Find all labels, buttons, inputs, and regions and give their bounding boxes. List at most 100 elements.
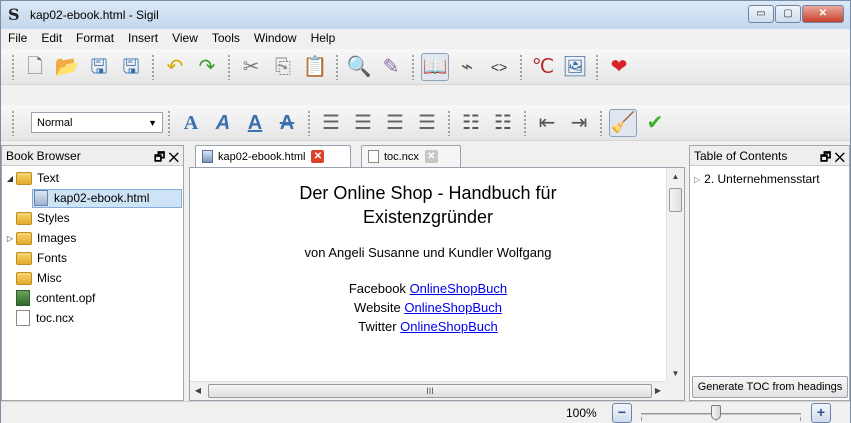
decrease-indent-button[interactable]: ⇤ — [533, 109, 561, 137]
folder-icon — [16, 171, 32, 185]
book-view-editor[interactable]: Der Online Shop - Handbuch für Existenzg… — [189, 167, 685, 401]
editor-vertical-scrollbar[interactable]: ▲ ▼ — [666, 168, 684, 382]
paste-button[interactable]: 📋 — [301, 53, 329, 81]
donate-heart-button[interactable]: ❤ — [605, 53, 633, 81]
menu-view[interactable]: View — [165, 29, 205, 48]
redo-button[interactable]: ↷ — [193, 53, 221, 81]
menu-bar: File Edit Format Insert View Tools Window Help — [1, 29, 850, 48]
find-replace-button[interactable]: 🔍 — [345, 53, 373, 81]
minimize-button[interactable]: ▭ — [748, 5, 774, 23]
insert-special-char-button[interactable]: ℃ — [529, 53, 557, 81]
align-left-button[interactable]: ☰ — [317, 109, 345, 137]
new-file-button[interactable]: 🗋 — [21, 53, 49, 81]
document-content: Der Online Shop - Handbuch für Existenzg… — [190, 168, 666, 382]
scroll-right-arrow-icon[interactable]: ▶ — [650, 382, 666, 400]
zoom-level: 100% — [566, 406, 597, 420]
website-link[interactable]: OnlineShopBuch — [404, 300, 502, 315]
menu-edit[interactable]: Edit — [34, 29, 69, 48]
tab-close-icon[interactable]: ✕ — [424, 150, 438, 163]
menu-window[interactable]: Window — [247, 29, 304, 48]
zoom-slider[interactable] — [641, 405, 801, 421]
book-browser-title: Book Browser — [6, 148, 81, 163]
facebook-link[interactable]: OnlineShopBuch — [410, 281, 508, 296]
panel-float-close-icons[interactable]: 🗗 ✕ — [154, 148, 179, 169]
heading-style-select[interactable]: Normal ▼ — [31, 112, 163, 133]
zoom-out-button[interactable]: − — [612, 403, 632, 423]
folder-icon — [16, 271, 32, 285]
toolbar-grip[interactable] — [11, 53, 15, 80]
split-view-button[interactable]: ⌁ — [453, 53, 481, 81]
cut-button[interactable]: ✂ — [237, 53, 265, 81]
book-view-button[interactable]: 📖 — [421, 52, 449, 81]
toolbar-separator — [519, 53, 523, 80]
zoom-in-button[interactable]: + — [811, 403, 831, 423]
scroll-up-arrow-icon[interactable]: ▲ — [667, 168, 684, 185]
toolbar-separator — [523, 109, 527, 136]
menu-format[interactable]: Format — [69, 29, 121, 48]
scroll-left-arrow-icon[interactable]: ◀ — [190, 382, 206, 400]
increase-indent-button[interactable]: ⇥ — [565, 109, 593, 137]
menu-file[interactable]: File — [1, 29, 34, 48]
bullet-list-button[interactable]: ☷ — [457, 109, 485, 137]
expand-arrow-icon[interactable]: ◢ — [4, 174, 16, 183]
book-browser-item[interactable]: ◢ Text — [2, 168, 183, 188]
main-toolbar: 🗋 📂 🖫 🖫 ↶ ↷ ✂ ⎘ 📋 🔍 ✎ 📖 ⌁ <> ℃ 🖼 ❤ — [1, 49, 850, 85]
expand-arrow-icon[interactable]: ▷ — [4, 234, 16, 243]
bold-button[interactable]: A — [177, 109, 205, 137]
editor-horizontal-scrollbar[interactable]: ◀ III ▶ — [190, 381, 666, 400]
align-right-button[interactable]: ☰ — [381, 109, 409, 137]
increase-indent-icon: ⇥ — [570, 111, 588, 134]
align-justify-icon: ☰ — [418, 111, 436, 134]
panel-float-close-icons[interactable]: 🗗 ✕ — [820, 148, 845, 169]
tab-toc-ncx[interactable]: toc.ncx ✕ — [361, 145, 461, 167]
twitter-link[interactable]: OnlineShopBuch — [400, 319, 498, 334]
book-browser-item[interactable]: toc.ncx — [2, 308, 183, 328]
insert-image-button[interactable]: 🖼 — [561, 53, 589, 81]
book-browser-item[interactable]: Misc — [2, 268, 183, 288]
sigil-window: S kap02-ebook.html - Sigil ▭ ▢ ✕ File Edi… — [0, 0, 851, 423]
zoom-slider-thumb[interactable] — [711, 405, 721, 420]
underline-button[interactable]: A — [241, 109, 269, 137]
strikethrough-button[interactable]: A — [273, 109, 301, 137]
book-view-icon: 📖 — [422, 55, 448, 78]
book-browser-item-label: kap02-ebook.html — [54, 191, 150, 205]
book-browser-panel: Book Browser 🗗 ✕ ◢ Text kap02-ebook.html St… — [1, 145, 184, 401]
menu-tools[interactable]: Tools — [205, 29, 247, 48]
clean-source-broom-icon: 🧹 — [610, 111, 636, 134]
expand-arrow-icon[interactable]: ▷ — [694, 175, 700, 184]
toolbar-grip[interactable] — [11, 109, 15, 136]
scroll-down-arrow-icon[interactable]: ▼ — [667, 365, 684, 382]
maximize-button[interactable]: ▢ — [775, 5, 801, 23]
code-view-button[interactable]: <> — [485, 53, 513, 81]
scroll-thumb[interactable]: III — [208, 384, 652, 398]
copy-button[interactable]: ⎘ — [269, 53, 297, 81]
align-justify-button[interactable]: ☰ — [413, 109, 441, 137]
tab-close-icon[interactable]: ✕ — [311, 150, 325, 163]
toc-item[interactable]: ▷ 2. Unternehmensstart — [694, 172, 820, 186]
book-browser-item[interactable]: Fonts — [2, 248, 183, 268]
facebook-label: Facebook — [348, 281, 406, 296]
book-browser-item[interactable]: ▷ Images — [2, 228, 183, 248]
book-browser-item[interactable]: kap02-ebook.html — [2, 188, 183, 208]
align-center-button[interactable]: ☰ — [349, 109, 377, 137]
save-button[interactable]: 🖫 — [85, 53, 113, 81]
close-window-button[interactable]: ✕ — [802, 5, 844, 23]
scroll-corner — [666, 381, 684, 400]
book-browser-item[interactable]: Styles — [2, 208, 183, 228]
generate-toc-button[interactable]: Generate TOC from headings — [692, 376, 848, 398]
italic-button[interactable]: A — [209, 109, 237, 137]
undo-button[interactable]: ↶ — [161, 53, 189, 81]
redo-icon: ↷ — [198, 55, 216, 78]
open-folder-button[interactable]: 📂 — [53, 53, 81, 81]
cut-icon: ✂ — [242, 55, 260, 78]
menu-help[interactable]: Help — [304, 29, 343, 48]
numbered-list-button[interactable]: ☷ — [489, 109, 517, 137]
scroll-thumb[interactable] — [669, 188, 682, 212]
clean-source-broom-button[interactable]: 🧹 — [609, 108, 637, 137]
save-all-button[interactable]: 🖫 — [117, 53, 145, 81]
meta-editor-button[interactable]: ✎ — [377, 53, 405, 81]
tab-kap02-ebook[interactable]: kap02-ebook.html ✕ — [195, 145, 351, 167]
menu-insert[interactable]: Insert — [121, 29, 165, 48]
book-browser-item[interactable]: content.opf — [2, 288, 183, 308]
validate-checkmark-button[interactable]: ✔ — [641, 109, 669, 137]
